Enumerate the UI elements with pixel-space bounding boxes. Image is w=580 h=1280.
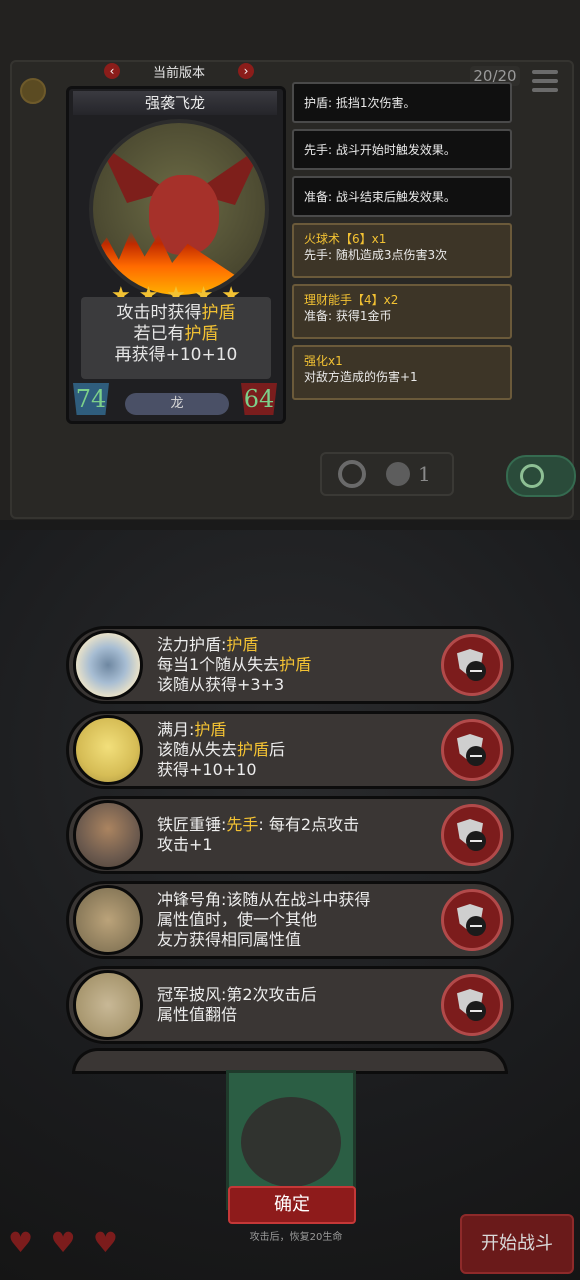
next-version-button[interactable]: › (237, 63, 254, 79)
effect-full-moon: 满月:护盾 该随从失去护盾后 获得+10+10 (66, 711, 514, 789)
start-battle-button[interactable]: 开始战斗 (460, 1214, 574, 1274)
minus-icon (466, 831, 486, 851)
blacksmith-hammer-icon (73, 800, 143, 870)
card-name: 强袭飞龙 (73, 91, 277, 115)
minion-card: 强袭飞龙 ★ ★ ★ ★ ★ 攻击时获得护盾 若已有护盾 再获得+10+10 7… (66, 86, 286, 424)
reward-card-art (241, 1097, 341, 1187)
effect-text: 满月:护盾 该随从失去护盾后 获得+10+10 (157, 720, 286, 779)
remove-effect-button[interactable] (441, 889, 503, 951)
minus-icon (466, 916, 486, 936)
health-value: 64 (241, 383, 277, 415)
life-hearts: ♥ ♥ ♥ (8, 1228, 118, 1258)
effect-champion-cape: 冠军披风:第2次攻击后 属性值翻倍 (66, 966, 514, 1044)
tribe-badge: 龙 (125, 393, 229, 415)
remove-effect-button[interactable] (441, 804, 503, 866)
keyword-list: 护盾: 抵挡1次伤害。 先手: 战斗开始时触发效果。 准备: 战斗结束后触发效果… (292, 82, 512, 418)
heart-icon: ♥ (92, 1226, 118, 1259)
crown-icon (386, 462, 410, 486)
card-description: 攻击时获得护盾 若已有护盾 再获得+10+10 (81, 297, 271, 379)
effect-text: 铁匠重锤:先手: 每有2点攻击 攻击+1 (157, 815, 360, 854)
remove-effect-button[interactable] (441, 634, 503, 696)
top-area: 20/20 ‹ 当前版本 › 强袭飞龙 ★ ★ ★ ★ ★ 攻击时获得护盾 若已… (0, 0, 580, 520)
enhancement-strength: 强化x1 对敌方造成的伤害+1 (292, 345, 512, 400)
version-label: 当前版本 (152, 65, 205, 81)
effect-charge-horn: 冲锋号角:该随从在战斗中获得 属性值时，使一个其他 友方获得相同属性值 (66, 881, 514, 959)
effect-text: 法力护盾:护盾 每当1个随从失去护盾 该随从获得+3+3 (157, 635, 312, 694)
effect-list: 法力护盾:护盾 每当1个随从失去护盾 该随从获得+3+3 满月:护盾 该随从失去… (66, 626, 514, 1046)
menu-icon[interactable] (532, 70, 558, 96)
search-icon (520, 464, 544, 488)
keyword-prepare: 准备: 战斗结束后触发效果。 (292, 176, 512, 217)
enhancement-finance: 理财能手【4】x2 准备: 获得1金币 (292, 284, 512, 339)
shop-controls: 1 (320, 452, 454, 496)
effect-mana-shield: 法力护盾:护盾 每当1个随从失去护盾 该随从获得+3+3 (66, 626, 514, 704)
coin-icon (20, 78, 46, 104)
effect-blacksmith-hammer: 铁匠重锤:先手: 每有2点攻击 攻击+1 (66, 796, 514, 874)
refresh-icon[interactable] (338, 460, 366, 488)
minus-icon (466, 746, 486, 766)
shop-counter: 1 (418, 462, 431, 486)
mana-shield-icon (73, 630, 143, 700)
heart-icon: ♥ (50, 1226, 76, 1259)
search-button[interactable] (506, 455, 576, 497)
heart-icon: ♥ (8, 1226, 34, 1259)
remove-effect-button[interactable] (441, 974, 503, 1036)
minus-icon (466, 1001, 486, 1021)
keyword-first: 先手: 战斗开始时触发效果。 (292, 129, 512, 170)
remove-effect-button[interactable] (441, 719, 503, 781)
confirm-button[interactable]: 确定 (228, 1186, 356, 1224)
champion-cape-icon (73, 970, 143, 1040)
reward-hint: 攻击后，恢复20生命 (249, 1232, 343, 1243)
version-selector: ‹ 当前版本 › (104, 60, 254, 82)
charge-horn-icon (73, 885, 143, 955)
minus-icon (466, 661, 486, 681)
effect-text: 冲锋号角:该随从在战斗中获得 属性值时，使一个其他 友方获得相同属性值 (157, 890, 371, 949)
full-moon-icon (73, 715, 143, 785)
card-art (89, 119, 269, 299)
prev-version-button[interactable]: ‹ (104, 63, 120, 79)
enhancement-fireball: 火球术【6】x1 先手: 随机造成3点伤害3次 (292, 223, 512, 278)
effect-text: 冠军披风:第2次攻击后 属性值翻倍 (157, 985, 317, 1024)
attack-value: 74 (73, 383, 109, 415)
keyword-shield: 护盾: 抵挡1次伤害。 (292, 82, 512, 123)
